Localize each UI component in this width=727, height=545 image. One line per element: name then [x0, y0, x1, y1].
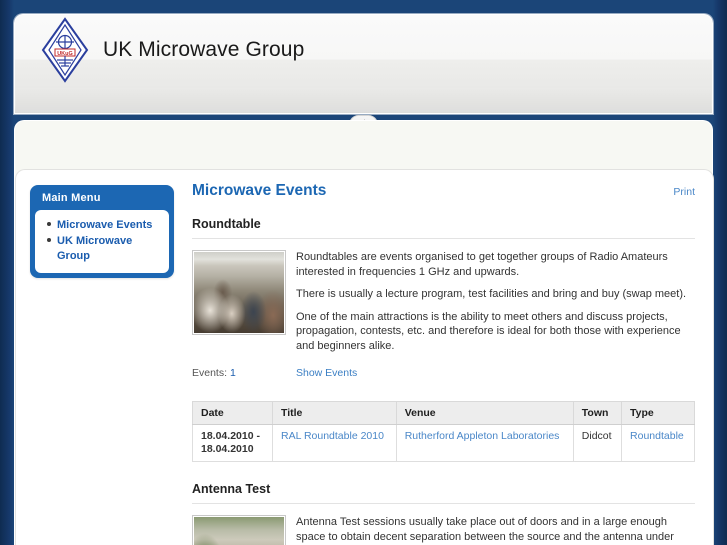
main-content: Microwave Events Print Roundtable Roundt…: [174, 182, 699, 545]
roundtable-paragraph-1: Roundtables are events organised to get …: [296, 251, 668, 278]
body-panel: Main Menu Microwave Events UK Microwave …: [14, 120, 714, 545]
events-count-value: 1: [229, 367, 236, 379]
cell-town: Didcot: [572, 424, 623, 462]
roundtable-paragraph-2: There is usually a lecture program, test…: [296, 288, 687, 300]
antenna-test-photo[interactable]: [192, 515, 286, 545]
ukug-diamond-logo[interactable]: UKuG: [33, 16, 97, 84]
column-header-date: Date: [192, 401, 273, 425]
roundtable-paragraph-3: One of the main attractions is the abili…: [296, 310, 681, 352]
section-heading-antenna-test: Antenna Test: [192, 482, 695, 504]
events-count-label: Events:: [192, 367, 228, 379]
roundtable-text: Roundtables are events organised to get …: [286, 250, 695, 361]
main-menu-title: Main Menu: [42, 192, 101, 204]
antenna-test-text: Antenna Test sessions usually take place…: [286, 515, 695, 545]
header-menu-bar: [16, 87, 711, 112]
events-table: Date Title Venue Town Type 18.04.2010 - …: [192, 401, 695, 462]
roundtable-block: Roundtables are events organised to get …: [192, 250, 695, 361]
roundtable-events-meta: Events: 1 Show Events: [192, 367, 695, 379]
print-link[interactable]: Print: [673, 186, 695, 198]
table-row: 18.04.2010 - 18.04.2010 RAL Roundtable 2…: [192, 424, 695, 462]
event-title-link[interactable]: RAL Roundtable 2010: [281, 430, 384, 442]
event-venue-link[interactable]: Rutherford Appleton Laboratories: [405, 430, 560, 442]
events-table-body: 18.04.2010 - 18.04.2010 RAL Roundtable 2…: [192, 424, 695, 462]
event-type-link[interactable]: Roundtable: [630, 430, 684, 442]
list-item: UK Microwave Group: [47, 233, 163, 263]
events-count: Events: 1: [192, 367, 296, 379]
cell-type: Roundtable: [621, 424, 695, 462]
page-header-row: Microwave Events Print: [192, 182, 695, 200]
table-header-row: Date Title Venue Town Type: [192, 401, 695, 425]
column-header-town: Town: [572, 401, 623, 425]
antenna-test-paragraph-1: Antenna Test sessions usually take place…: [296, 516, 674, 543]
antenna-test-block: Antenna Test sessions usually take place…: [192, 515, 695, 545]
section-heading-roundtable: Roundtable: [192, 217, 695, 239]
cell-title: RAL Roundtable 2010: [272, 424, 397, 462]
content-card: Main Menu Microwave Events UK Microwave …: [15, 169, 714, 545]
show-events-link[interactable]: Show Events: [296, 367, 357, 379]
main-menu-body: Microwave Events UK Microwave Group: [35, 210, 169, 273]
page-title: Microwave Events: [192, 182, 327, 199]
main-menu-module: Main Menu Microwave Events UK Microwave …: [30, 185, 174, 278]
sidebar-item-uk-microwave-group[interactable]: UK Microwave Group: [57, 235, 132, 262]
cell-date: 18.04.2010 - 18.04.2010: [192, 424, 273, 462]
page-root: UKuG UK Microwave Group Main Menu Microw…: [0, 0, 727, 545]
list-item: Microwave Events: [47, 217, 163, 232]
site-title: UK Microwave Group: [103, 38, 305, 61]
main-menu-list: Microwave Events UK Microwave Group: [41, 217, 163, 263]
roundtable-photo[interactable]: [192, 250, 286, 335]
cell-venue: Rutherford Appleton Laboratories: [395, 424, 574, 462]
column-header-type: Type: [621, 401, 695, 425]
events-table-head: Date Title Venue Town Type: [192, 401, 695, 425]
column-header-venue: Venue: [395, 401, 574, 425]
header-brand-row: UKuG UK Microwave Group: [15, 15, 712, 85]
sidebar-item-microwave-events[interactable]: Microwave Events: [57, 219, 152, 231]
site-header: UKuG UK Microwave Group: [14, 14, 713, 114]
column-header-title: Title: [272, 401, 397, 425]
sidebar: Main Menu Microwave Events UK Microwave …: [30, 182, 174, 545]
